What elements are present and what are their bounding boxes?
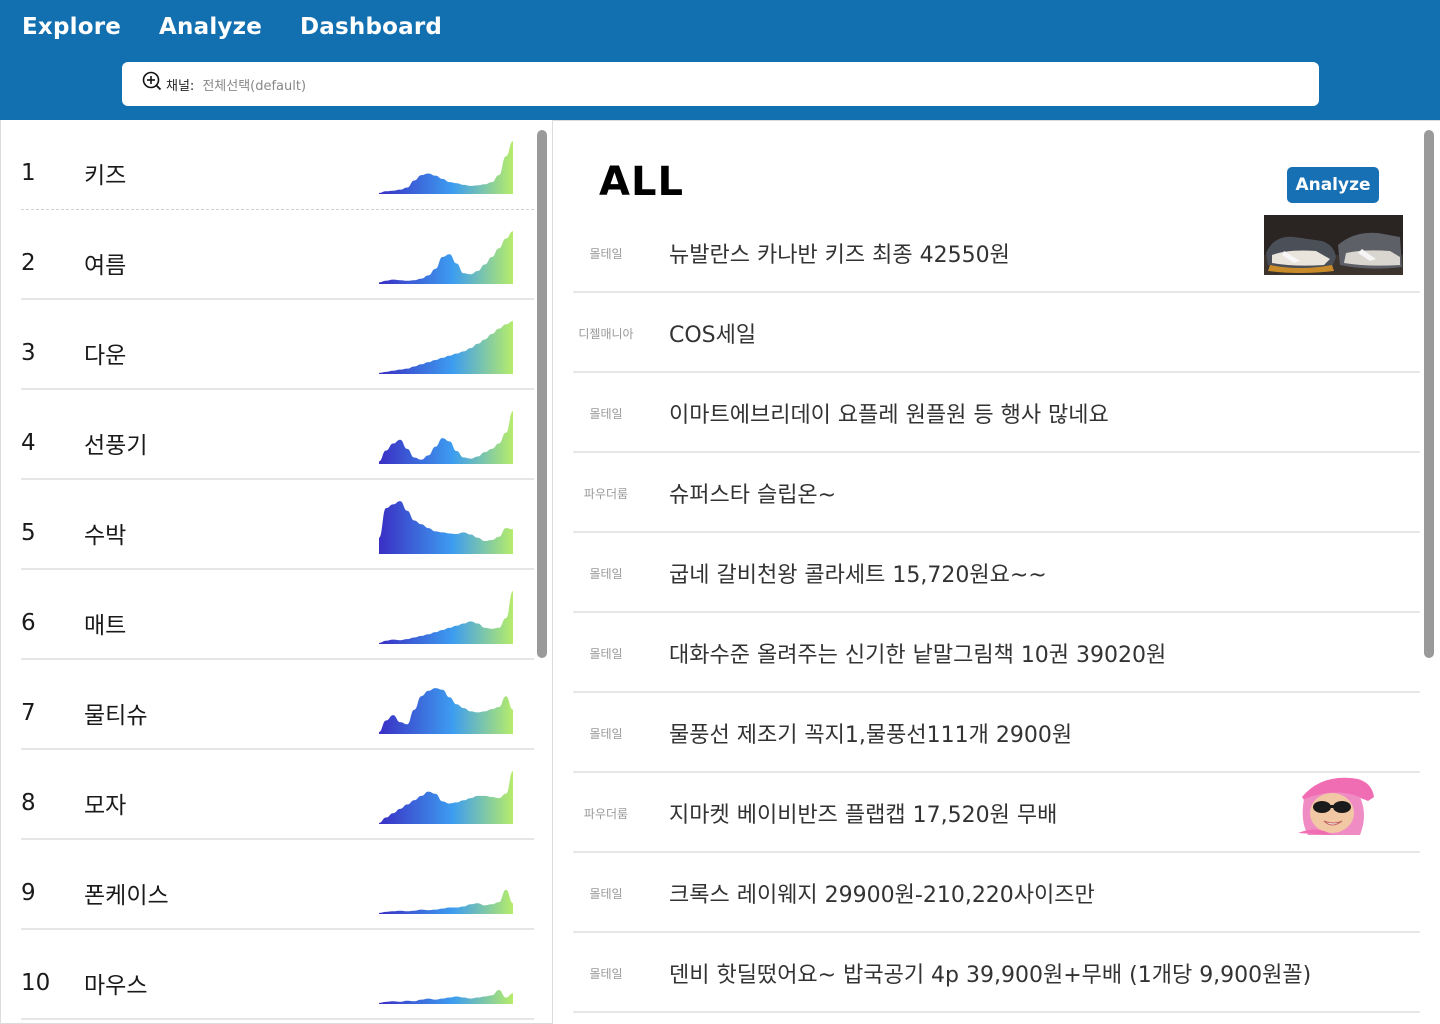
- rank-number: 8: [21, 790, 36, 816]
- keyword-label[interactable]: 물티슈: [84, 696, 147, 730]
- trend-area: [379, 591, 513, 644]
- rank-number: 2: [21, 250, 36, 276]
- trend-sparkline: [379, 688, 513, 734]
- category-title: ALL: [599, 159, 684, 205]
- post-source: 몰테일: [589, 727, 623, 741]
- keyword-label[interactable]: 수박: [84, 516, 126, 550]
- kid-sunglasses-thumbnail[interactable]: [1288, 775, 1374, 835]
- post-row[interactable]: 몰테일 물풍선 제조기 꼭지1,물풍선111개 2900원: [573, 693, 1420, 773]
- analyze-button[interactable]: Analyze: [1287, 167, 1379, 203]
- nav-dashboard[interactable]: Dashboard: [300, 14, 442, 40]
- post-row[interactable]: 파우더룸 지마켓 베이비반즈 플랩캡 17,520원 무배: [573, 773, 1420, 853]
- nav-analyze[interactable]: Analyze: [159, 14, 262, 40]
- channel-selected-value[interactable]: 전체선택(default): [202, 75, 306, 94]
- channel-label: 채널:: [166, 78, 195, 94]
- post-source: 디젤매니아: [578, 327, 634, 341]
- post-source: 몰테일: [589, 567, 623, 581]
- post-row[interactable]: 몰테일 이마트에브리데이 요플레 원플원 등 행사 많네요: [573, 373, 1420, 453]
- post-title[interactable]: 이마트에브리데이 요플레 원플원 등 행사 많네요: [669, 397, 1109, 429]
- post-title[interactable]: 뉴발란스 카나반 키즈 최종 42550원: [669, 237, 1010, 269]
- top-header: Explore Analyze Dashboard 채널: 전체선택(defau…: [0, 0, 1440, 120]
- trend-area: [379, 411, 513, 464]
- rank-number: 9: [21, 880, 36, 906]
- nav-explore[interactable]: Explore: [22, 14, 121, 40]
- keyword-label[interactable]: 여름: [84, 246, 126, 280]
- trend-area: [379, 889, 513, 914]
- rank-number: 3: [21, 340, 36, 366]
- trend-sparkline: [379, 141, 513, 194]
- trend-area: [379, 321, 513, 374]
- post-row[interactable]: 몰테일 덴비 핫딜떴어요~ 밥국공기 4p 39,900원+무배 (1개당 9,…: [573, 933, 1420, 1013]
- post-title[interactable]: 물풍선 제조기 꼭지1,물풍선111개 2900원: [669, 717, 1072, 749]
- post-title[interactable]: 크록스 레이웨지 29900원-210,220사이즈만: [669, 877, 1095, 909]
- trend-sparkline: [379, 411, 513, 464]
- post-title[interactable]: 슈퍼스타 슬립온~: [669, 477, 836, 509]
- post-row[interactable]: 디젤매니아 COS세일: [573, 293, 1420, 373]
- post-title[interactable]: 대화수준 올려주는 신기한 낱말그림책 10권 39020원: [669, 637, 1166, 669]
- keyword-ranking-panel: 1 키즈 2 여름 3 다운 4 선풍기 5 수박 6 매트 7 물티슈 8 모…: [0, 120, 553, 1024]
- post-source: 몰테일: [589, 647, 623, 661]
- post-title[interactable]: 굽네 갈비천왕 콜라세트 15,720원요~~: [669, 557, 1047, 589]
- keyword-label[interactable]: 선풍기: [84, 426, 147, 460]
- post-source: 몰테일: [589, 887, 623, 901]
- ranking-scrollbar[interactable]: [537, 130, 547, 658]
- trend-sparkline: [379, 231, 513, 284]
- post-row[interactable]: 몰테일 굽네 갈비천왕 콜라세트 15,720원요~~: [573, 533, 1420, 613]
- trend-area: [379, 688, 513, 734]
- post-title[interactable]: COS세일: [669, 317, 756, 349]
- post-source: 몰테일: [589, 407, 623, 421]
- rank-number: 7: [21, 700, 36, 726]
- keyword-label[interactable]: 폰케이스: [84, 876, 169, 910]
- keyword-label[interactable]: 다운: [84, 336, 126, 370]
- trend-sparkline: [379, 989, 513, 1004]
- trend-area: [379, 141, 513, 194]
- trend-area: [379, 501, 513, 554]
- trend-area: [379, 231, 513, 284]
- keyword-label[interactable]: 키즈: [84, 156, 126, 190]
- keyword-row[interactable]: 6 매트: [21, 570, 534, 660]
- post-source: 몰테일: [589, 967, 623, 981]
- post-source: 파우더룸: [583, 487, 629, 501]
- keyword-row[interactable]: 2 여름: [21, 210, 534, 300]
- trend-sparkline: [379, 321, 513, 374]
- trend-sparkline: [379, 771, 513, 824]
- post-list-panel: ALL Analyze 몰테일 뉴발란스 카나반 키즈 최종 42550원 디젤…: [553, 120, 1440, 1024]
- keyword-label[interactable]: 모자: [84, 786, 126, 820]
- trend-area: [379, 989, 513, 1004]
- rank-number: 4: [21, 430, 36, 456]
- post-row[interactable]: 파우더룸 슈퍼스타 슬립온~: [573, 453, 1420, 533]
- keyword-row[interactable]: 1 키즈: [21, 120, 534, 210]
- rank-number: 6: [21, 610, 36, 636]
- trend-sparkline: [379, 501, 513, 554]
- keyword-row[interactable]: 5 수박: [21, 480, 534, 570]
- keyword-row[interactable]: 3 다운: [21, 300, 534, 390]
- rank-number: 10: [21, 970, 51, 996]
- zoom-in-icon[interactable]: [142, 71, 162, 91]
- rank-number: 1: [21, 160, 36, 186]
- keyword-label[interactable]: 마우스: [84, 966, 147, 1000]
- keyword-row[interactable]: 8 모자: [21, 750, 534, 840]
- main-nav: Explore Analyze Dashboard: [22, 14, 442, 40]
- keyword-label[interactable]: 매트: [84, 606, 126, 640]
- rank-number: 5: [21, 520, 36, 546]
- post-title[interactable]: 지마켓 베이비반즈 플랩캡 17,520원 무배: [669, 797, 1057, 829]
- keyword-row[interactable]: 10 마우스: [21, 930, 534, 1020]
- post-row[interactable]: 몰테일 대화수준 올려주는 신기한 낱말그림책 10권 39020원: [573, 613, 1420, 693]
- keyword-row[interactable]: 4 선풍기: [21, 390, 534, 480]
- keyword-row[interactable]: 9 폰케이스: [21, 840, 534, 930]
- post-source: 파우더룸: [583, 807, 629, 821]
- post-title[interactable]: 덴비 핫딜떴어요~ 밥국공기 4p 39,900원+무배 (1개당 9,900원…: [669, 957, 1311, 989]
- trend-area: [379, 771, 513, 824]
- trend-sparkline: [379, 591, 513, 644]
- post-list-scrollbar[interactable]: [1424, 130, 1434, 658]
- post-row[interactable]: 몰테일 크록스 레이웨지 29900원-210,220사이즈만: [573, 853, 1420, 933]
- sneaker-thumbnail[interactable]: [1264, 215, 1403, 275]
- post-source: 몰테일: [589, 247, 623, 261]
- trend-sparkline: [379, 889, 513, 914]
- channel-filter-bar[interactable]: 채널: 전체선택(default): [122, 62, 1319, 106]
- post-row[interactable]: 몰테일 뉴발란스 카나반 키즈 최종 42550원: [573, 213, 1420, 293]
- keyword-row[interactable]: 7 물티슈: [21, 660, 534, 750]
